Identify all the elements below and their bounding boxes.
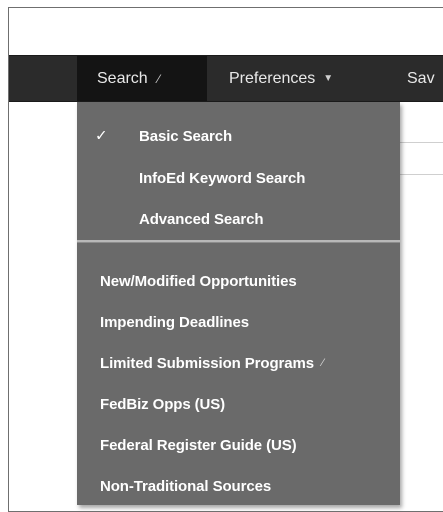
checkmark-icon: ✓ — [95, 127, 108, 145]
menu-item-advanced-search[interactable]: Advanced Search — [77, 205, 400, 233]
menu-item-fedbiz-opps[interactable]: FedBiz Opps (US) — [77, 390, 400, 418]
menu-item-label: Advanced Search — [139, 210, 264, 228]
main-navbar: Search ⁄ Preferences ▼ Sav — [9, 55, 443, 102]
nav-preferences-label: Preferences — [229, 69, 316, 87]
menu-item-infoed-keyword-search[interactable]: InfoEd Keyword Search — [77, 164, 400, 192]
menu-divider — [77, 240, 400, 243]
menu-item-label: New/Modified Opportunities — [100, 272, 297, 290]
app-window: Search ⁄ Preferences ▼ Sav ✓ Basic Searc… — [8, 7, 443, 512]
nav-saved[interactable]: Sav — [407, 56, 435, 101]
chevron-down-icon: ▼ — [323, 72, 334, 84]
menu-item-label: Non-Traditional Sources — [100, 477, 272, 495]
menu-item-impending-deadlines[interactable]: Impending Deadlines — [77, 308, 400, 336]
search-dropdown-menu: ✓ Basic Search InfoEd Keyword Search Adv… — [77, 102, 400, 505]
menu-item-limited-submission-programs[interactable]: Limited Submission Programs ⁄ — [77, 349, 400, 377]
menu-item-basic-search[interactable]: ✓ Basic Search — [77, 122, 400, 150]
menu-item-label: Impending Deadlines — [100, 313, 249, 331]
nav-preferences[interactable]: Preferences ▼ — [229, 56, 333, 101]
menu-item-non-traditional-sources[interactable]: Non-Traditional Sources — [77, 472, 400, 500]
nav-search-label: Search — [97, 69, 148, 87]
menu-item-federal-register-guide[interactable]: Federal Register Guide (US) — [77, 431, 400, 459]
nav-saved-label: Sav — [407, 69, 435, 87]
pencil-caret-icon: ⁄ — [157, 71, 160, 86]
menu-item-label: Basic Search — [139, 127, 233, 145]
page-divider-line — [400, 142, 443, 143]
menu-item-label: InfoEd Keyword Search — [139, 169, 306, 187]
menu-item-label: FedBiz Opps (US) — [100, 395, 226, 413]
nav-search[interactable]: Search ⁄ — [77, 56, 207, 101]
menu-item-label: Limited Submission Programs — [100, 354, 315, 372]
submenu-arrow-icon: ⁄ — [322, 357, 324, 369]
page-divider-line — [400, 174, 443, 175]
menu-item-label: Federal Register Guide (US) — [100, 436, 297, 454]
menu-item-new-modified-opportunities[interactable]: New/Modified Opportunities — [77, 267, 400, 295]
